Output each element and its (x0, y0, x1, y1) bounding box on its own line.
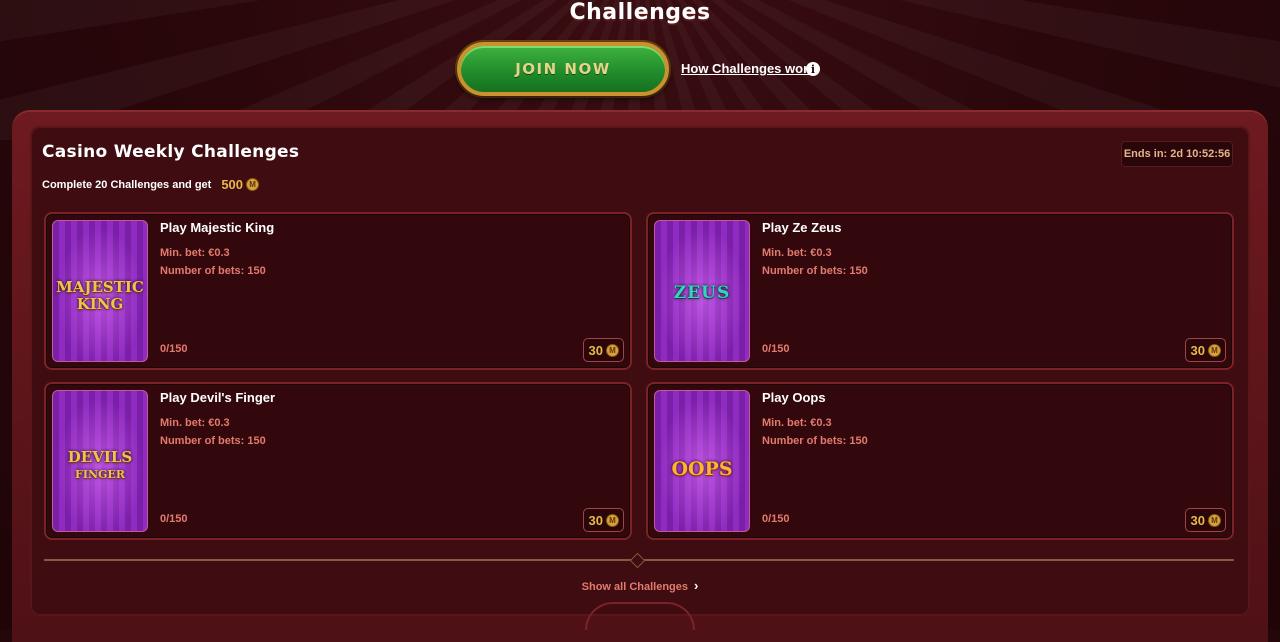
min-bet: Min. bet: €0.3 (762, 247, 832, 259)
challenge-title: Play Majestic King (160, 220, 275, 235)
ze-zeus-logo: ZEUS (655, 285, 749, 302)
points-value: 30 (588, 342, 603, 358)
devils-finger-thumbnail[interactable]: DEVILS FINGER (52, 390, 148, 532)
oops-thumbnail[interactable]: OOPS (654, 390, 750, 532)
min-bet: Min. bet: €0.3 (762, 417, 832, 429)
logo-top: OOPS (671, 458, 733, 480)
coin-icon: M (606, 513, 619, 527)
logo-top: ZEUS (673, 283, 731, 303)
number-of-bets: Number of bets: 150 (160, 435, 266, 447)
challenge-card-ze-zeus[interactable]: ZEUS Play Ze Zeus Min. bet: €0.3 Number … (646, 212, 1234, 370)
logo-top: MAJESTIC (56, 278, 144, 296)
panel-title: Casino Weekly Challenges (42, 142, 300, 162)
majestic-king-logo: MAJESTIC KING (53, 279, 147, 313)
logo-bottom: KING (76, 295, 124, 313)
progress-count: 0/150 (762, 513, 790, 525)
challenge-card-oops[interactable]: OOPS Play Oops Min. bet: €0.3 Number of … (646, 382, 1234, 540)
reward-amount: 500 (221, 177, 244, 192)
coin-icon: M (1208, 513, 1221, 527)
oops-logo: OOPS (655, 458, 749, 480)
challenges-panel (30, 126, 1250, 616)
progress-count: 0/150 (160, 513, 188, 525)
points-badge: 30 M (1184, 508, 1226, 532)
join-now-label: JOIN NOW (515, 60, 611, 78)
coin-icon: M (606, 343, 619, 357)
number-of-bets: Number of bets: 150 (762, 265, 868, 277)
challenge-card-devils-finger[interactable]: DEVILS FINGER Play Devil's Finger Min. b… (44, 382, 632, 540)
join-now-button[interactable]: JOIN NOW (457, 42, 669, 96)
subtitle-text: Complete 20 Challenges and get (42, 178, 212, 191)
ends-in-timer: Ends in: 2d 10:52:56 (1121, 141, 1233, 167)
logo-bottom: FINGER (75, 468, 125, 481)
progress-count: 0/150 (762, 343, 790, 355)
challenge-title: Play Oops (762, 390, 826, 405)
points-value: 30 (588, 512, 603, 528)
points-value: 30 (1190, 342, 1205, 358)
number-of-bets: Number of bets: 150 (762, 435, 868, 447)
panel-subtitle: Complete 20 Challenges and get 500 M (42, 177, 260, 192)
page-title: Challenges (569, 0, 711, 25)
progress-count: 0/150 (160, 343, 188, 355)
show-all-challenges-link[interactable]: Show all Challenges › (0, 578, 1280, 593)
info-icon[interactable]: i (806, 62, 820, 76)
ze-zeus-thumbnail[interactable]: ZEUS (654, 220, 750, 362)
how-challenges-work-link[interactable]: How Challenges work (681, 61, 815, 76)
challenge-card-majestic-king[interactable]: MAJESTIC KING Play Majestic King Min. be… (44, 212, 632, 370)
points-badge: 30 M (582, 338, 624, 362)
majestic-king-thumbnail[interactable]: MAJESTIC KING (52, 220, 148, 362)
points-badge: 30 M (582, 508, 624, 532)
challenge-title: Play Ze Zeus (762, 220, 842, 235)
min-bet: Min. bet: €0.3 (160, 247, 230, 259)
number-of-bets: Number of bets: 150 (160, 265, 266, 277)
logo-top: DEVILS (67, 448, 133, 466)
chevron-right-icon: › (694, 578, 699, 593)
coin-icon: M (1208, 343, 1221, 357)
bottom-ornament (585, 602, 695, 630)
coin-icon: M (246, 178, 260, 191)
challenge-title: Play Devil's Finger (160, 390, 276, 405)
devils-finger-logo: DEVILS FINGER (53, 449, 147, 483)
min-bet: Min. bet: €0.3 (160, 417, 230, 429)
show-all-label: Show all Challenges (581, 581, 688, 593)
points-value: 30 (1190, 512, 1205, 528)
points-badge: 30 M (1184, 338, 1226, 362)
